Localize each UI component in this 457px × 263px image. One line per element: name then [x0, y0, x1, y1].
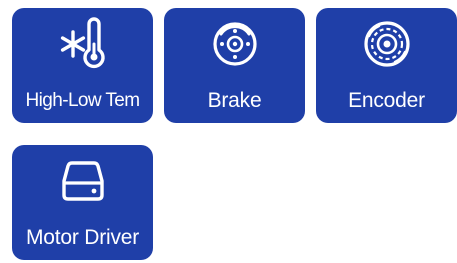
- tile-label: Motor Driver: [25, 226, 140, 249]
- tile-encoder[interactable]: Encoder: [316, 8, 457, 123]
- encoder-disc-icon: [316, 16, 457, 72]
- tile-brake[interactable]: Brake: [164, 8, 305, 123]
- tile-label: Encoder: [348, 89, 425, 112]
- brake-disc-icon: [164, 16, 305, 72]
- tile-label: Brake: [207, 89, 262, 112]
- tile-label: High-Low Tem: [25, 90, 140, 111]
- tile-motor-driver[interactable]: Motor Driver: [12, 145, 153, 260]
- tile-high-low-tem[interactable]: High-Low Tem: [12, 8, 153, 123]
- hard-drive-icon: [12, 153, 153, 209]
- snowflake-thermometer-icon: [12, 16, 153, 72]
